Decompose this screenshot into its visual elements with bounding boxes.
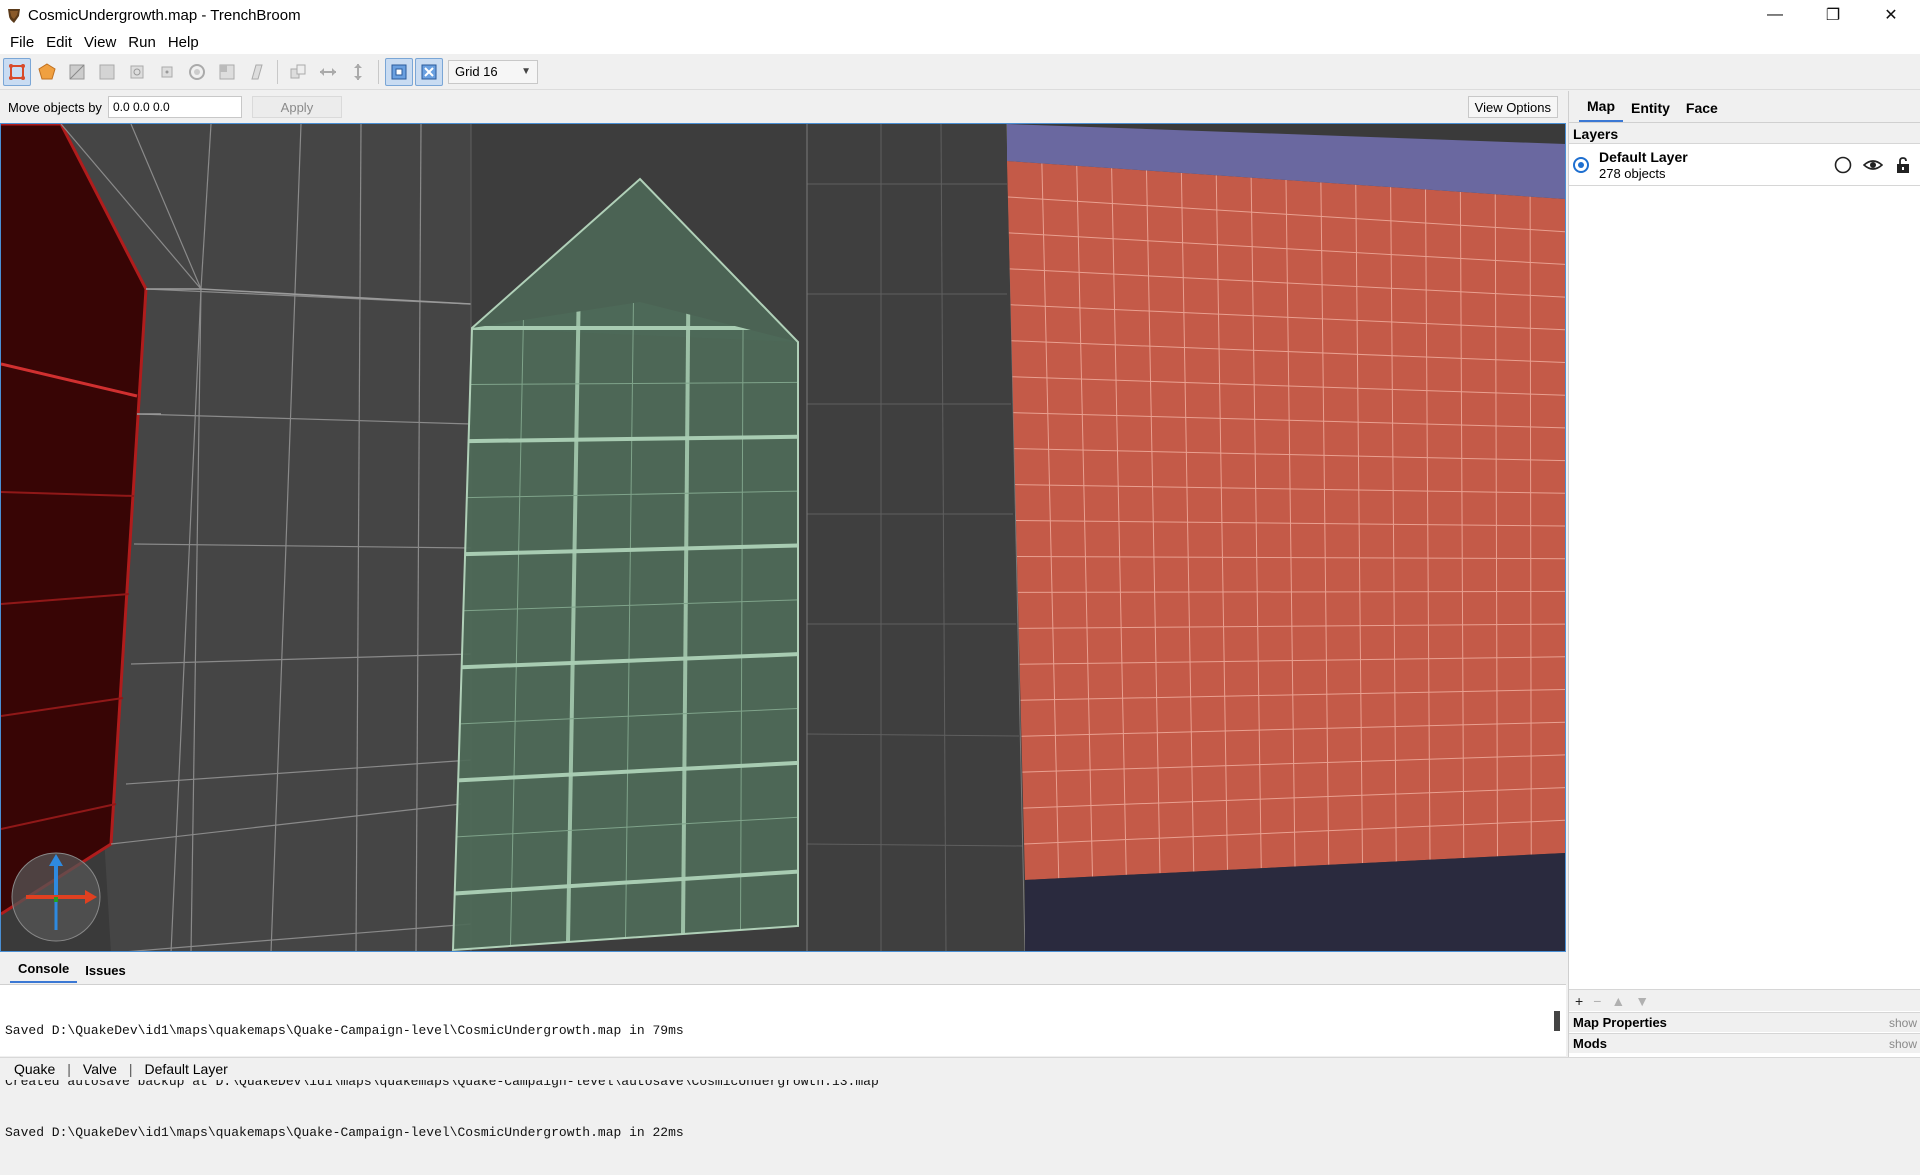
move-objects-label: Move objects by	[8, 99, 102, 115]
layer-object-count: 278 objects	[1599, 165, 1666, 181]
flip-horizontal-icon	[290, 64, 306, 78]
flip-horizontal-button[interactable]	[284, 58, 312, 86]
status-layer: Default Layer	[144, 1061, 228, 1077]
face-tool-button[interactable]	[93, 58, 121, 86]
grid-size-dropdown[interactable]: Grid 16 ▼	[448, 59, 538, 84]
status-bar: Quake | Valve | Default Layer	[0, 1057, 1920, 1080]
shear-tool-icon	[189, 63, 205, 80]
menu-file[interactable]: File	[4, 34, 40, 51]
eye-icon[interactable]	[1862, 154, 1884, 176]
tab-console[interactable]: Console	[10, 961, 78, 983]
grid-size-value: Grid 16	[455, 64, 498, 79]
uv-lock-button[interactable]	[415, 57, 443, 86]
duplicate-icon	[251, 64, 263, 79]
move-layer-up-button[interactable]: ▲	[1611, 993, 1625, 1009]
rotate-tool-icon	[130, 65, 144, 78]
tab-face[interactable]: Face	[1678, 100, 1726, 122]
apply-button[interactable]: Apply	[251, 96, 342, 118]
mods-section[interactable]: Mods show	[1569, 1033, 1920, 1053]
console-line: Saved D:\QuakeDev\id1\maps\quakemaps\Qua…	[5, 1023, 684, 1038]
scene-render	[1, 124, 1565, 951]
face-tool-icon	[99, 64, 115, 79]
map-properties-show-link[interactable]: show	[1889, 1016, 1917, 1030]
mods-show-link[interactable]: show	[1889, 1037, 1917, 1051]
status-game: Quake	[14, 1061, 56, 1077]
tab-entity[interactable]: Entity	[1623, 100, 1678, 122]
layer-name: Default Layer	[1599, 148, 1688, 165]
add-layer-button[interactable]: +	[1575, 993, 1583, 1009]
flip-vertical-icon	[320, 67, 336, 76]
texture-lock-button[interactable]	[385, 57, 413, 86]
move-objects-bar: Move objects by Apply View Options	[0, 91, 1566, 123]
lock-icon[interactable]	[1892, 154, 1914, 176]
menu-view[interactable]: View	[78, 34, 122, 51]
title-bar: CosmicUndergrowth.map - TrenchBroom — ❐ …	[0, 0, 1920, 30]
select-tool-button[interactable]	[3, 57, 31, 86]
menu-edit[interactable]: Edit	[40, 34, 78, 51]
layers-header: Layers	[1569, 123, 1920, 144]
layer-actions-bar: + − ▲ ▼	[1569, 989, 1920, 1011]
status-format: Valve	[82, 1061, 117, 1077]
move-layer-down-button[interactable]: ▼	[1635, 993, 1649, 1009]
console-line: Saved D:\QuakeDev\id1\maps\quakemaps\Qua…	[5, 1125, 684, 1140]
omit-from-export-icon[interactable]	[1832, 154, 1854, 176]
edge-tool-icon	[69, 64, 85, 79]
trenchbroom-icon	[8, 9, 20, 23]
mods-title: Mods	[1573, 1036, 1607, 1051]
scale-tool-button[interactable]	[153, 58, 181, 86]
console-output[interactable]: Saved D:\QuakeDev\id1\maps\quakemaps\Qua…	[0, 984, 1566, 1140]
edge-tool-button[interactable]	[63, 58, 91, 86]
duplicate-button[interactable]	[243, 58, 271, 86]
current-layer-radio[interactable]	[1573, 156, 1589, 173]
map-properties-title: Map Properties	[1573, 1015, 1667, 1030]
move-objects-input[interactable]	[107, 96, 242, 118]
close-button[interactable]: ✕	[1862, 0, 1920, 30]
toolbar-separator	[277, 59, 278, 84]
flip-tool-button[interactable]	[213, 58, 241, 86]
remove-layer-button[interactable]: −	[1593, 993, 1601, 1009]
menu-help[interactable]: Help	[162, 34, 205, 51]
flip-vertical-button[interactable]	[314, 58, 342, 86]
menu-bar: File Edit View Run Help	[0, 30, 1920, 54]
flip-tool-icon	[219, 64, 235, 79]
scale-tool-icon	[161, 66, 173, 77]
uv-lock-icon	[421, 64, 437, 79]
navigation-gizmo[interactable]	[11, 852, 101, 942]
restore-button[interactable]: ❐	[1804, 0, 1862, 30]
inspector-tabs: Map Entity Face	[1569, 91, 1920, 123]
vertex-tool-button[interactable]	[33, 58, 61, 86]
view-options-button[interactable]: View Options	[1467, 96, 1558, 118]
status-divider: |	[128, 1061, 133, 1077]
toolbar-separator	[378, 59, 379, 84]
3d-viewport[interactable]	[0, 123, 1566, 952]
shear-tool-button[interactable]	[183, 58, 211, 86]
layer-item-default[interactable]: Default Layer 278 objects	[1569, 144, 1920, 186]
texture-lock-icon	[391, 64, 407, 79]
minimize-button[interactable]: —	[1746, 0, 1804, 30]
vertex-tool-icon	[38, 62, 56, 79]
rotate-tool-button[interactable]	[123, 58, 151, 86]
clip-tool-icon	[9, 63, 25, 80]
console-scrollbar[interactable]	[1554, 1011, 1560, 1031]
tab-issues[interactable]: Issues	[77, 963, 133, 983]
inspector-panel: Map Entity Face Layers Default Layer 278…	[1568, 91, 1920, 1057]
toolbar: Grid 16 ▼	[0, 54, 1920, 90]
menu-run[interactable]: Run	[122, 34, 162, 51]
tab-map[interactable]: Map	[1579, 98, 1623, 122]
flip-depth-button[interactable]	[344, 58, 372, 86]
chevron-down-icon: ▼	[521, 66, 531, 77]
map-properties-section[interactable]: Map Properties show	[1569, 1012, 1920, 1032]
window-title: CosmicUndergrowth.map - TrenchBroom	[28, 6, 301, 24]
flip-depth-icon	[354, 63, 362, 80]
console-tab-bar: Console Issues	[0, 953, 1566, 983]
status-divider: |	[67, 1061, 71, 1077]
